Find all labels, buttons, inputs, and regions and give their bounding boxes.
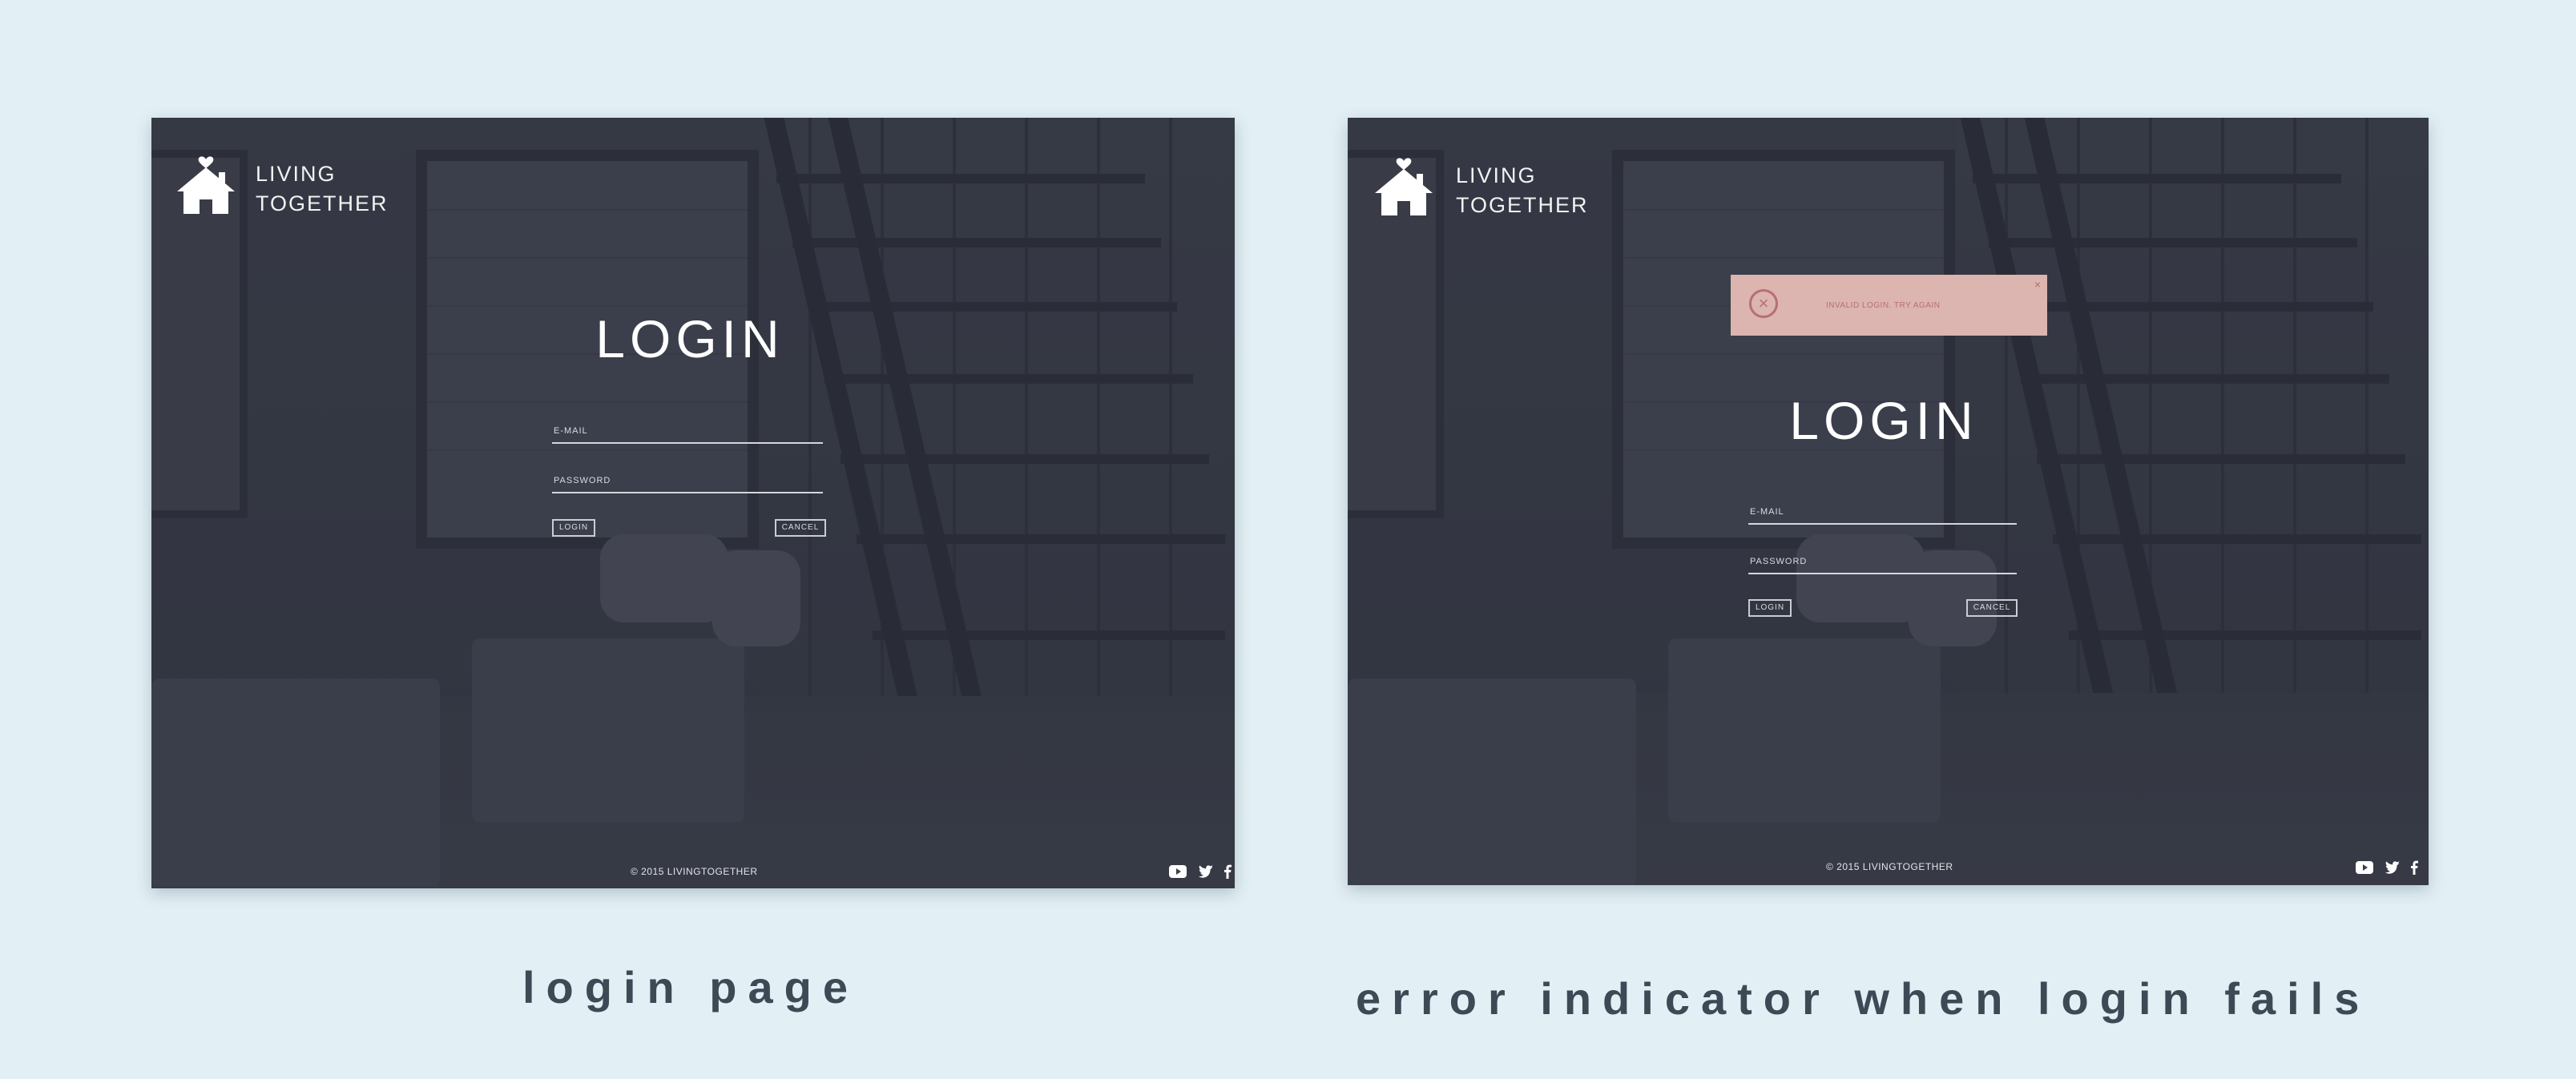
email-label: E-MAIL [1750,507,1784,517]
login-page-screen: LIVING TOGETHER LOGIN E-MAIL PASSWORD LO… [151,118,1235,888]
error-alert: × INVALID LOGIN. TRY AGAIN × [1731,275,2047,336]
brand-name: LIVING TOGETHER [256,159,389,219]
social-links [2356,860,2418,879]
facebook-icon[interactable] [1223,864,1232,883]
login-button[interactable]: LOGIN [552,519,595,537]
house-heart-icon [177,156,235,214]
house-heart-icon [1375,158,1433,215]
footer-copyright: © 2015 LIVINGTOGETHER [631,866,758,877]
password-field[interactable] [552,492,823,493]
caption-login-page: login page [522,962,859,1013]
logo[interactable] [174,148,238,217]
brand-line-1: LIVING [1456,163,1537,187]
cancel-button[interactable]: CANCEL [1966,599,2018,617]
error-message: INVALID LOGIN. TRY AGAIN [1826,301,1941,310]
password-label: PASSWORD [1750,557,1808,566]
facebook-icon[interactable] [2410,860,2418,879]
background-photo [1348,118,2429,885]
youtube-icon[interactable] [1169,865,1187,882]
error-circle-x-icon: × [1749,289,1778,318]
caption-error-indicator: error indicator when login fails [1356,973,2371,1024]
footer-copyright: © 2015 LIVINGTOGETHER [1826,861,1953,872]
background-photo [151,118,1235,888]
login-button[interactable]: LOGIN [1748,599,1792,617]
email-field[interactable] [1748,523,2017,525]
password-label: PASSWORD [554,476,611,485]
email-label: E-MAIL [554,426,588,436]
brand-line-2: TOGETHER [256,191,389,215]
brand-line-1: LIVING [256,162,337,186]
twitter-icon[interactable] [2384,861,2400,878]
social-links [1169,864,1232,883]
youtube-icon[interactable] [2356,861,2373,878]
email-field[interactable] [552,442,823,444]
page-title: LOGIN [595,309,784,368]
password-field[interactable] [1748,573,2017,574]
login-error-screen: LIVING TOGETHER × INVALID LOGIN. TRY AGA… [1348,118,2429,885]
cancel-button[interactable]: CANCEL [775,519,826,537]
close-icon[interactable]: × [2034,278,2041,291]
page-title: LOGIN [1789,391,1978,450]
brand-line-2: TOGETHER [1456,193,1589,217]
twitter-icon[interactable] [1197,865,1213,882]
logo[interactable] [1372,150,1436,219]
brand-name: LIVING TOGETHER [1456,161,1589,220]
